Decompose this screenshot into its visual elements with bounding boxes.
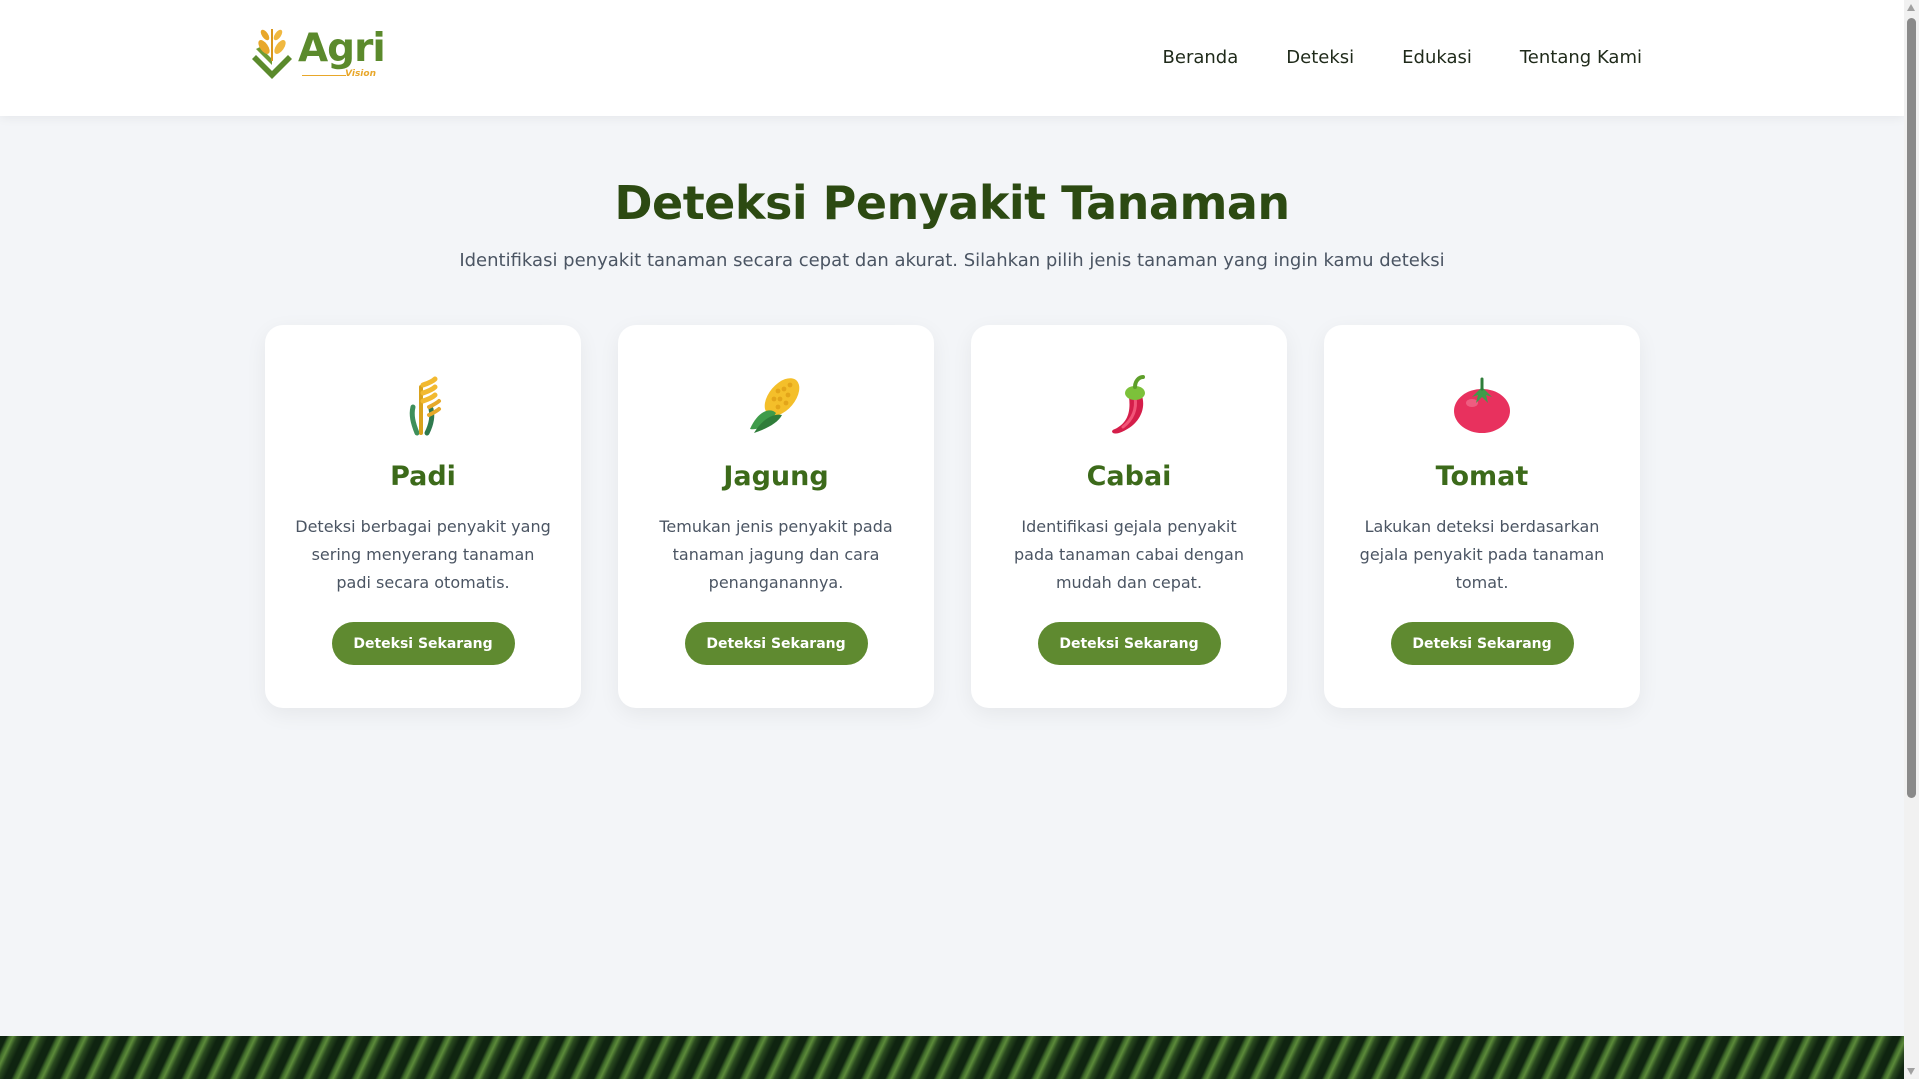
- tomato-icon: [1454, 377, 1510, 433]
- agrivision-logo[interactable]: Agri Vision: [248, 24, 386, 84]
- card-title: Tomat: [1435, 461, 1529, 492]
- brand-subtitle: Vision: [345, 69, 376, 79]
- card-description: Identifikasi gejala penyakit pada tanama…: [1014, 517, 1244, 592]
- page-title: Deteksi Penyakit Tanaman: [614, 176, 1290, 230]
- detect-cabai-button[interactable]: Deteksi Sekarang: [1037, 622, 1221, 665]
- scroll-up-arrow-icon[interactable]: [1907, 4, 1915, 11]
- brand-name: Agri: [298, 26, 386, 71]
- card-title: Padi: [390, 461, 456, 492]
- plant-cards: Padi Deteksi berbagai penyakit yang seri…: [265, 325, 1640, 708]
- card-title: Cabai: [1086, 461, 1172, 492]
- crop-field-footer-image: [0, 1036, 1904, 1079]
- card-description: Temukan jenis penyakit pada tanaman jagu…: [659, 517, 893, 592]
- card-padi: Padi Deteksi berbagai penyakit yang seri…: [265, 325, 581, 708]
- page-subtitle: Identifikasi penyakit tanaman secara cep…: [459, 250, 1445, 271]
- navbar: Agri Vision Beranda Deteksi Edukasi Tent…: [0, 0, 1904, 116]
- card-tomat: Tomat Lakukan deteksi berdasarkan gejala…: [1324, 325, 1640, 708]
- rice-plant-icon: [409, 376, 441, 436]
- nav-beranda[interactable]: Beranda: [1163, 44, 1239, 72]
- card-cabai: Cabai Identifikasi gejala penyakit pada …: [971, 325, 1287, 708]
- card-jagung: Jagung Temukan jenis penyakit pada tanam…: [618, 325, 934, 708]
- detect-padi-button[interactable]: Deteksi Sekarang: [331, 622, 515, 665]
- card-description: Deteksi berbagai penyakit yang sering me…: [295, 517, 551, 592]
- chili-pepper-icon: [1112, 375, 1145, 434]
- card-description: Lakukan deteksi berdasarkan gejala penya…: [1359, 517, 1605, 592]
- main-nav: Beranda Deteksi Edukasi Tentang Kami: [1163, 44, 1642, 72]
- wheat-leaf-logo-icon: [252, 29, 292, 79]
- detect-jagung-button[interactable]: Deteksi Sekarang: [684, 622, 868, 665]
- page-scrollbar[interactable]: [1904, 0, 1919, 1079]
- scroll-down-arrow-icon[interactable]: [1907, 1068, 1915, 1075]
- card-title: Jagung: [723, 461, 829, 492]
- nav-deteksi[interactable]: Deteksi: [1286, 44, 1354, 72]
- corn-icon: [750, 378, 800, 433]
- brand-underline: [302, 75, 346, 76]
- scrollbar-thumb[interactable]: [1907, 18, 1916, 798]
- nav-tentang-kami[interactable]: Tentang Kami: [1520, 44, 1642, 72]
- detect-tomat-button[interactable]: Deteksi Sekarang: [1390, 622, 1574, 665]
- nav-edukasi[interactable]: Edukasi: [1402, 44, 1472, 72]
